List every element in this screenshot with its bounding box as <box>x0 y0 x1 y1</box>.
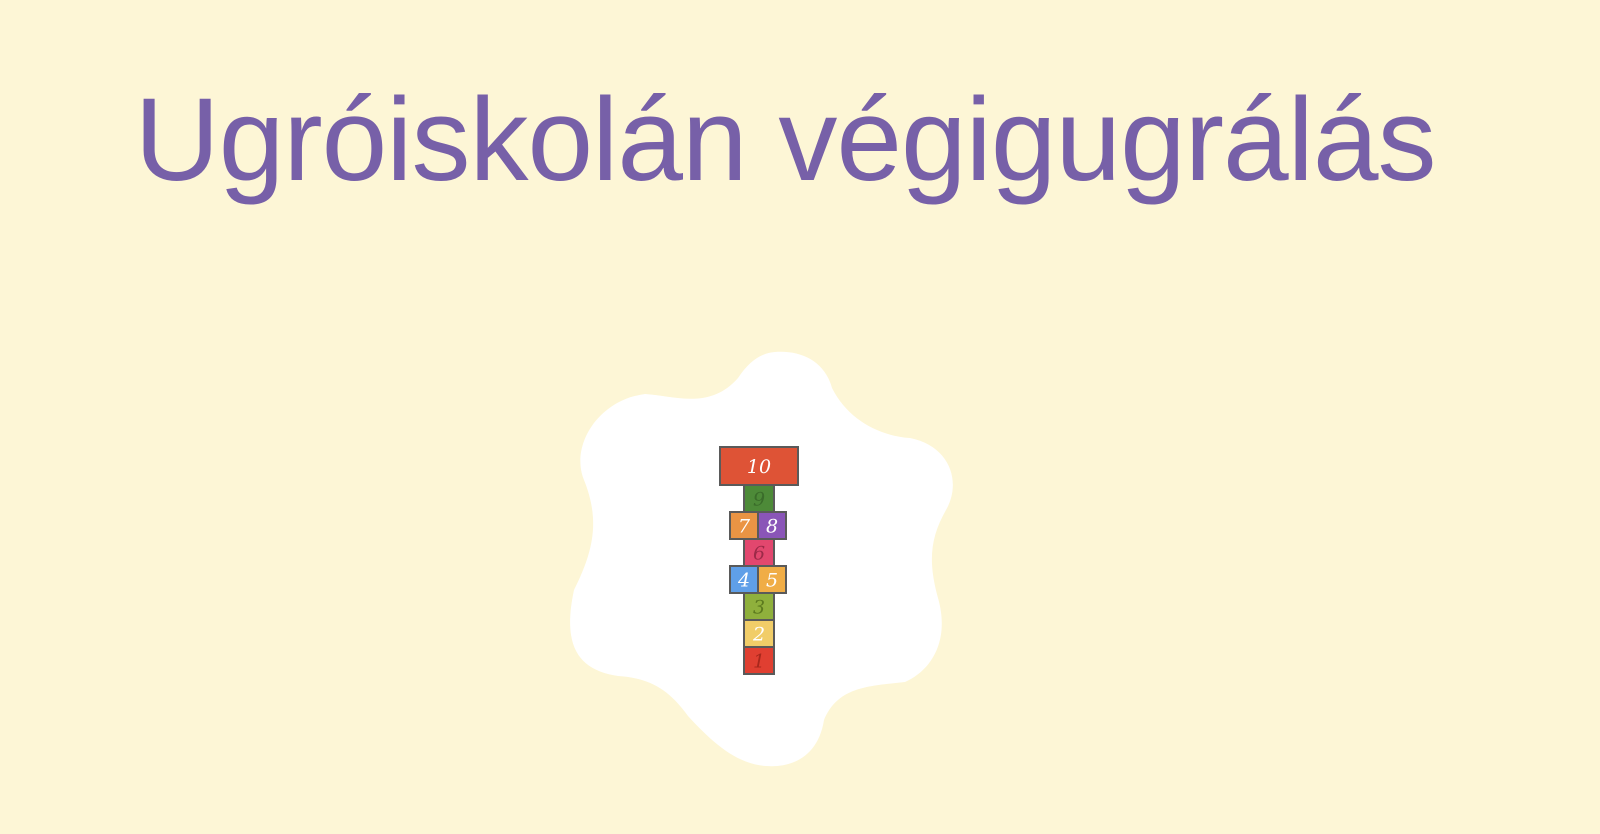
hopscotch-illustration: 10 9 7 8 6 4 5 3 2 1 <box>570 350 970 790</box>
page-title: Ugróiskolán végigugrálás <box>134 74 1437 206</box>
hopscotch-tile-3: 3 <box>743 592 775 621</box>
tile-number: 6 <box>753 543 765 565</box>
tile-number: 2 <box>752 624 765 646</box>
hopscotch-tile-8: 8 <box>757 511 787 540</box>
hopscotch-tile-4: 4 <box>729 565 759 594</box>
tile-number: 8 <box>766 516 778 538</box>
tile-number: 1 <box>753 651 765 673</box>
hopscotch-tile-1: 1 <box>743 646 775 675</box>
tile-number: 5 <box>766 570 778 592</box>
hopscotch-tile-6: 6 <box>743 538 775 567</box>
tile-number: 7 <box>738 516 751 538</box>
tile-number: 9 <box>753 489 765 511</box>
hopscotch-tile-10: 10 <box>719 446 799 486</box>
hopscotch-tile-5: 5 <box>757 565 787 594</box>
hopscotch-tile-9: 9 <box>743 484 775 513</box>
hopscotch-svg: 10 97 864 53 2 1 <box>570 351 953 767</box>
hopscotch-tile-2: 2 <box>743 619 775 648</box>
tile-number: 10 <box>747 456 771 478</box>
tile-number: 4 <box>737 570 750 592</box>
page: Ugróiskolán végigugrálás 10 9 7 8 6 4 5 3 2 1 <box>0 0 1600 834</box>
tile-number: 3 <box>753 597 765 619</box>
hopscotch-tile-7: 7 <box>729 511 759 540</box>
